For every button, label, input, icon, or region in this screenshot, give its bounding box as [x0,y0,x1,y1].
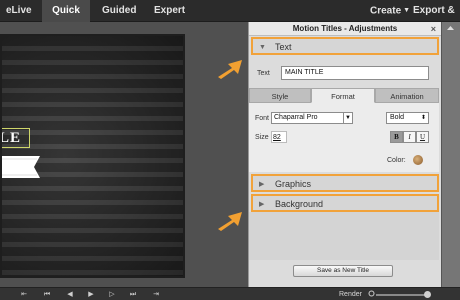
arrow-pointer-icon [218,60,242,79]
panel-title: Motion Titles - Adjustments × [249,22,441,36]
chevron-right-icon: ▶ [259,201,265,208]
zoom-slider-track[interactable] [376,294,428,296]
panel-empty-area [249,212,439,260]
export-share-menu[interactable]: Export & Sha [413,0,460,38]
section-graphics-label: Graphics [275,179,312,189]
chevron-updown-icon: ⬍ [420,115,426,121]
section-background-header[interactable]: ▶ Background [251,194,439,212]
chevron-right-icon: ▶ [259,181,265,188]
panel-scrollbar[interactable] [441,22,460,287]
close-icon[interactable]: × [431,22,436,36]
main-title-text-box[interactable]: LE [0,128,30,148]
top-menu-bar: eLive Quick Guided Expert Create ▼ Export… [0,0,460,38]
color-label: Color: [387,157,406,164]
tab-style[interactable]: Style [249,88,311,103]
chevron-down-icon: ▼ [259,44,266,51]
panel-title-text: Motion Titles - Adjustments [292,24,398,33]
font-weight-select[interactable]: Bold ⬍ [386,112,429,124]
section-text-label: Text [275,42,292,52]
play-icon[interactable]: ▶ [84,289,98,300]
playback-controls: ⇤ ⏮ ◀ ▶ ▷ ⏭ ⇥ Render [0,287,460,300]
create-menu[interactable]: Create ▼ [370,0,410,22]
text-field-label: Text [257,70,270,77]
ribbon-banner-graphic[interactable] [2,152,50,182]
chevron-down-icon: ▼ [403,7,411,14]
step-forward-icon[interactable]: ▷ [105,289,119,300]
motion-titles-adjustments-panel: Motion Titles - Adjustments × ▼ Text Tex… [248,22,441,287]
skip-forward-icon[interactable]: ⏭ [126,289,140,300]
chevron-down-icon: ▼ [343,113,352,123]
font-select[interactable]: Chaparral Pro ▼ [271,112,353,124]
skip-back-icon[interactable]: ⏮ [40,289,54,300]
zoom-icon [368,290,375,297]
font-value: Chaparral Pro [274,114,318,121]
tab-guided[interactable]: Guided [102,0,136,22]
preview-stage: LE [0,22,248,287]
text-field-row: Text MAIN TITLE [257,66,435,82]
go-to-start-icon[interactable]: ⇤ [17,289,31,300]
zoom-slider-handle[interactable] [424,291,431,298]
font-label: Font [255,115,270,122]
italic-button[interactable]: I [403,131,416,143]
size-label: Size [255,134,269,141]
underline-button[interactable]: U [416,131,429,143]
tab-animation[interactable]: Animation [375,88,439,103]
tab-elive[interactable]: eLive [0,0,40,22]
save-as-new-title-button[interactable]: Save as New Title [293,265,393,277]
tab-format[interactable]: Format [311,88,375,103]
bold-button[interactable]: B [390,131,403,143]
format-options: Font Chaparral Pro ▼ Bold ⬍ Size 82 B I … [249,103,439,172]
subtab-bar: Style Format Animation [249,88,439,103]
color-picker-icon[interactable] [413,155,423,165]
render-button[interactable]: Render [339,289,362,300]
step-back-icon[interactable]: ◀ [63,289,77,300]
text-input[interactable]: MAIN TITLE [281,66,429,80]
video-preview[interactable]: LE [0,34,185,278]
scroll-up-icon[interactable] [441,22,460,34]
tab-quick[interactable]: Quick [42,0,90,22]
arrow-pointer-icon [218,212,242,231]
section-background-label: Background [275,199,324,209]
section-graphics-header[interactable]: ▶ Graphics [251,174,439,192]
size-input[interactable]: 82 [271,131,287,143]
main-title-text: LE [0,130,22,146]
tab-expert[interactable]: Expert [154,0,185,22]
font-weight-value: Bold [390,114,405,121]
section-text-header[interactable]: ▼ Text [251,37,439,55]
go-to-end-icon[interactable]: ⇥ [149,289,163,300]
create-label: Create [370,5,402,17]
